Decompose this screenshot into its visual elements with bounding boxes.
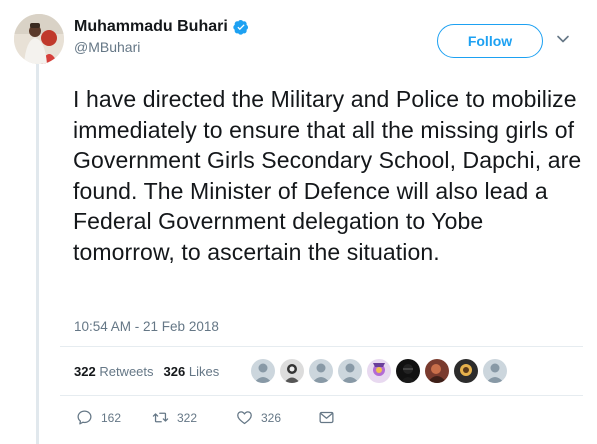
like-button[interactable]: 326 xyxy=(236,409,318,426)
retweet-icon xyxy=(152,409,169,426)
author-name[interactable]: Muhammadu Buhari xyxy=(74,18,228,36)
reply-count: 162 xyxy=(101,410,122,425)
likes-stat[interactable]: 326 Likes xyxy=(164,364,220,379)
retweet-button[interactable]: 322 xyxy=(152,409,236,426)
liker-avatar[interactable] xyxy=(396,359,420,383)
chevron-down-icon[interactable] xyxy=(556,32,570,46)
reply-icon xyxy=(76,409,93,426)
liker-avatars xyxy=(251,359,507,383)
liker-avatar[interactable] xyxy=(454,359,478,383)
author-avatar[interactable] xyxy=(14,14,64,64)
retweets-label: Retweets xyxy=(99,364,154,379)
liker-avatar[interactable] xyxy=(367,359,391,383)
verified-badge-icon xyxy=(233,19,249,35)
tweet-text: I have directed the Military and Police … xyxy=(73,86,582,265)
divider xyxy=(60,395,583,396)
tweet-header: Muhammadu Buhari @MBuhari Follow xyxy=(14,14,583,64)
liker-avatar[interactable] xyxy=(338,359,362,383)
likes-label: Likes xyxy=(188,364,220,379)
envelope-icon xyxy=(318,409,335,426)
liker-avatar[interactable] xyxy=(425,359,449,383)
author-handle[interactable]: @MBuhari xyxy=(74,39,249,55)
tweet-actions: 162 322 326 xyxy=(76,409,335,426)
author-info: Muhammadu Buhari @MBuhari xyxy=(74,18,249,55)
liker-avatar[interactable] xyxy=(483,359,507,383)
tweet-timestamp[interactable]: 10:54 AM - 21 Feb 2018 xyxy=(74,319,219,334)
retweets-stat[interactable]: 322 Retweets xyxy=(74,364,154,379)
thread-line xyxy=(36,64,39,444)
liker-avatar[interactable] xyxy=(280,359,304,383)
reply-button[interactable]: 162 xyxy=(76,409,152,426)
likes-count: 326 xyxy=(163,364,186,379)
follow-button[interactable]: Follow xyxy=(437,24,543,58)
direct-message-button[interactable] xyxy=(318,409,335,426)
tweet-stats: 322 Retweets 326 Likes xyxy=(74,364,219,379)
heart-icon xyxy=(236,409,253,426)
retweet-count: 322 xyxy=(177,410,198,425)
liker-avatar[interactable] xyxy=(309,359,333,383)
divider xyxy=(60,346,583,347)
like-count: 326 xyxy=(261,410,282,425)
retweets-count: 322 xyxy=(74,364,96,379)
liker-avatar[interactable] xyxy=(251,359,275,383)
